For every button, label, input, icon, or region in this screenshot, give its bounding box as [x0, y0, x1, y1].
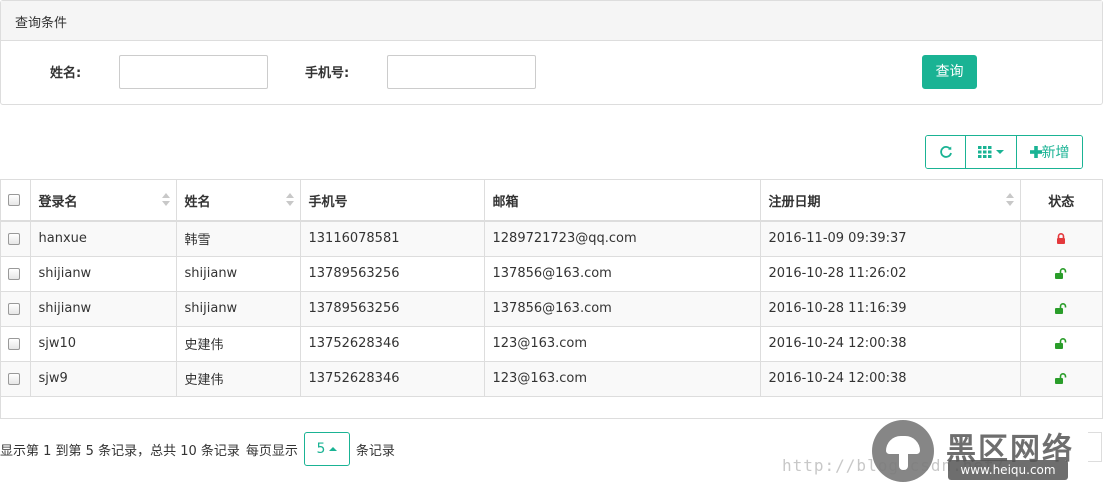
grid-columns-icon — [978, 146, 992, 158]
cell-phone: 13116078581 — [300, 221, 485, 257]
phone-input[interactable] — [387, 55, 536, 89]
cell-email: 123@163.com — [484, 361, 761, 397]
column-header-date[interactable]: 注册日期 — [760, 180, 1021, 222]
table-row[interactable]: sjw9 史建伟 13752628346 123@163.com 2016-10-24 … — [1, 361, 1102, 397]
unlock-icon[interactable] — [1055, 266, 1067, 281]
cell-login: sjw10 — [30, 326, 177, 362]
table-header-row: 登录名 姓名 手机号 邮箱 注册日期 状态 — [1, 180, 1102, 222]
cell-email: 137856@163.com — [484, 256, 761, 292]
row-select-cell — [1, 326, 31, 362]
cell-status[interactable] — [1020, 256, 1102, 292]
sort-icon — [285, 193, 294, 207]
watermark-site: www.heiqu.com — [948, 460, 1068, 480]
query-panel: 查询条件 — [0, 0, 1103, 105]
table-row[interactable]: shijianw shijianw 13789563256 137856@163.co… — [1, 291, 1102, 327]
cell-phone: 13789563256 — [300, 291, 485, 327]
column-header-label: 邮箱 — [492, 194, 519, 210]
cell-status[interactable] — [1020, 361, 1102, 397]
row-checkbox[interactable] — [8, 232, 20, 245]
column-header-login[interactable]: 登录名 — [30, 180, 177, 222]
cell-date: 2016-10-24 12:00:38 — [760, 326, 1021, 362]
row-checkbox[interactable] — [8, 337, 20, 350]
select-all-cell — [1, 180, 31, 222]
table-row[interactable]: hanxue 韩雪 13116078581 1289721723@qq.com 2016… — [1, 221, 1102, 257]
search-button[interactable]: 查询 — [922, 55, 977, 89]
column-header-name[interactable]: 姓名 — [176, 180, 301, 222]
column-header-email: 邮箱 — [484, 180, 761, 222]
per-page-suffix: 条记录 — [355, 443, 395, 459]
pagination-info: 显示第 1 到第 5 条记录，总共 10 条记录 — [0, 443, 240, 459]
page-size-value: 5 — [316, 441, 326, 457]
name-input[interactable] — [119, 55, 268, 89]
cell-name: shijianw — [176, 256, 301, 292]
page-size-dropdown[interactable]: 5 — [303, 432, 350, 466]
phone-label: 手机号: — [305, 66, 350, 81]
watermark-logo-icon — [872, 420, 934, 482]
cell-date: 2016-10-28 11:26:02 — [760, 256, 1021, 292]
unlock-icon[interactable] — [1055, 336, 1067, 351]
per-page-prefix: 每页显示 — [245, 443, 298, 459]
user-table: 登录名 姓名 手机号 邮箱 注册日期 状态 hanxue 韩雪 1311607858… — [0, 179, 1103, 419]
unlock-icon[interactable] — [1055, 301, 1067, 316]
pagination-bar: 显示第 1 到第 5 条记录，总共 10 条记录 每页显示 5 条记录 — [0, 432, 395, 466]
pager-right-edge — [1088, 432, 1102, 462]
cell-status[interactable] — [1020, 326, 1102, 362]
unlock-icon[interactable] — [1055, 371, 1067, 386]
cell-name: 史建伟 — [176, 361, 301, 397]
caret-down-icon — [996, 150, 1004, 154]
sort-icon — [161, 193, 170, 207]
row-select-cell — [1, 256, 31, 292]
cell-login: hanxue — [30, 221, 177, 257]
cell-name: shijianw — [176, 291, 301, 327]
cell-date: 2016-11-09 09:39:37 — [760, 221, 1021, 257]
cell-login: sjw9 — [30, 361, 177, 397]
column-header-label: 登录名 — [38, 194, 78, 210]
column-header-label: 姓名 — [184, 194, 211, 210]
refresh-icon — [939, 146, 952, 158]
table-toolbar: 新增 — [925, 135, 1083, 169]
cell-email: 1289721723@qq.com — [484, 221, 761, 257]
row-checkbox[interactable] — [8, 267, 20, 280]
cell-login: shijianw — [30, 291, 177, 327]
cell-phone: 13752628346 — [300, 326, 485, 362]
cell-status[interactable] — [1020, 291, 1102, 327]
cell-date: 2016-10-28 11:16:39 — [760, 291, 1021, 327]
query-panel-title: 查询条件 — [1, 1, 1102, 41]
cell-login: shijianw — [30, 256, 177, 292]
select-all-checkbox[interactable] — [8, 194, 20, 206]
column-header-label: 注册日期 — [768, 194, 821, 210]
cell-date: 2016-10-24 12:00:38 — [760, 361, 1021, 397]
columns-toggle-button[interactable] — [965, 136, 1016, 168]
sort-icon — [1005, 193, 1014, 207]
row-select-cell — [1, 291, 31, 327]
name-label: 姓名: — [50, 66, 82, 81]
table-row[interactable]: sjw10 史建伟 13752628346 123@163.com 2016-10-24… — [1, 326, 1102, 362]
row-checkbox[interactable] — [8, 372, 20, 385]
cell-email: 137856@163.com — [484, 291, 761, 327]
refresh-button[interactable] — [926, 136, 965, 168]
row-select-cell — [1, 221, 31, 257]
table-row[interactable]: shijianw shijianw 13789563256 137856@163.co… — [1, 256, 1102, 292]
column-header-phone: 手机号 — [300, 180, 485, 222]
cell-name: 韩雪 — [176, 221, 301, 257]
row-checkbox[interactable] — [8, 302, 20, 315]
column-header-status: 状态 — [1020, 180, 1102, 222]
row-select-cell — [1, 361, 31, 397]
lock-icon[interactable] — [1056, 231, 1066, 246]
cell-status[interactable] — [1020, 221, 1102, 257]
add-button-label: 新增 — [1041, 145, 1070, 161]
caret-up-icon — [329, 447, 338, 451]
cell-phone: 13789563256 — [300, 256, 485, 292]
cell-name: 史建伟 — [176, 326, 301, 362]
add-button[interactable]: 新增 — [1016, 136, 1082, 168]
cell-phone: 13752628346 — [300, 361, 485, 397]
column-header-label: 手机号 — [308, 194, 348, 210]
column-header-label: 状态 — [1048, 194, 1075, 210]
plus-icon — [1029, 146, 1042, 158]
cell-email: 123@163.com — [484, 326, 761, 362]
